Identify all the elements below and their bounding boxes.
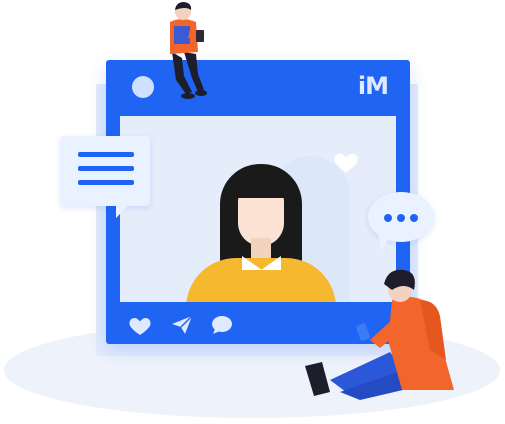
illustration-scene: iM bbox=[0, 0, 505, 424]
figure-ground-sitting bbox=[305, 269, 454, 400]
